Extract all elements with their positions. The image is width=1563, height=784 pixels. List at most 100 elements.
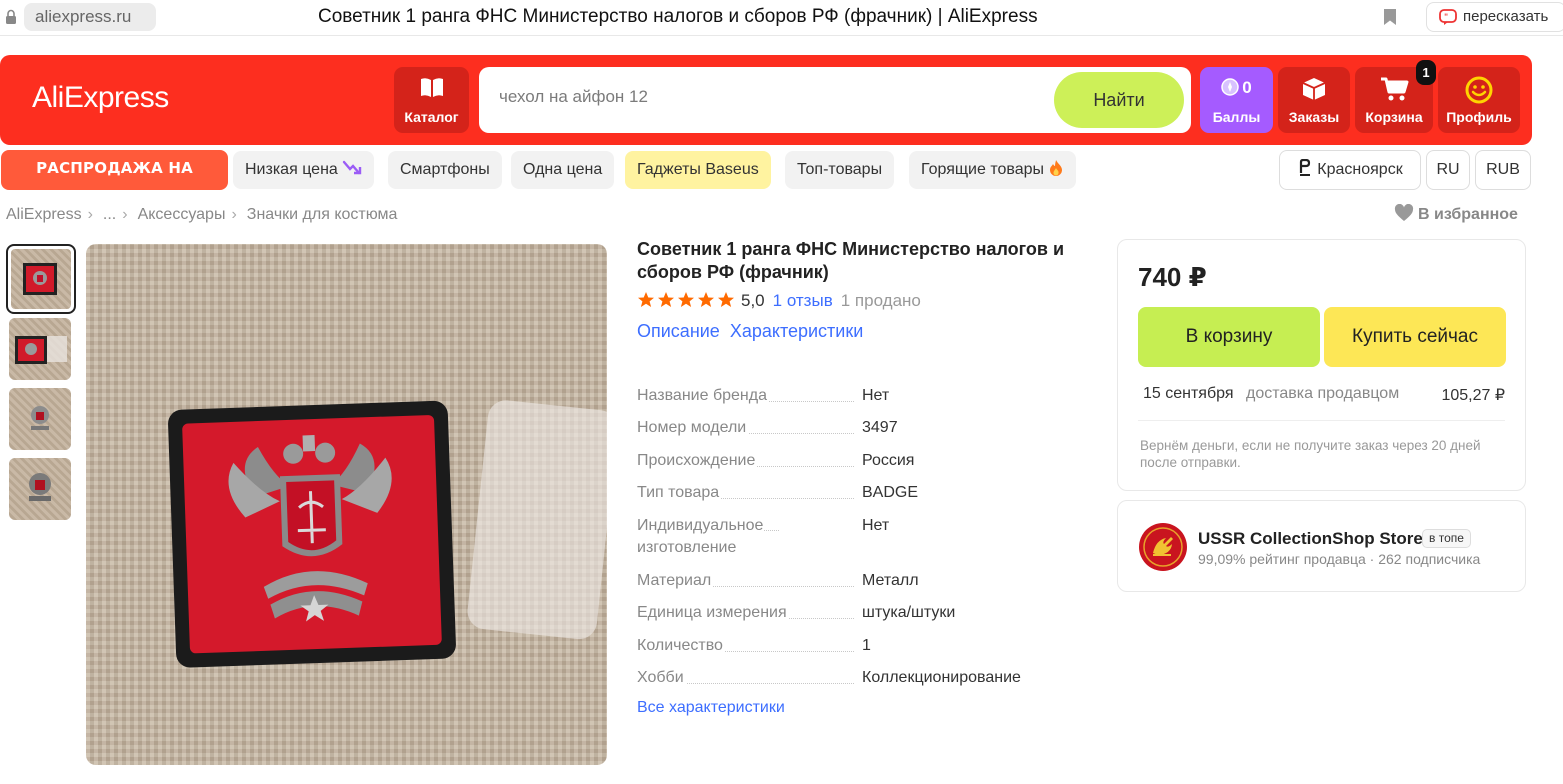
buy-now-button[interactable]: Купить сейчас	[1324, 307, 1506, 367]
spec-key: Тип товара	[637, 484, 722, 501]
breadcrumb-badges[interactable]: Значки для костюма	[247, 206, 398, 223]
badge-photo	[23, 263, 57, 295]
book-icon	[420, 78, 443, 97]
spec-value: штука/штуки	[862, 604, 956, 621]
spec-key: Единица измерения	[637, 604, 789, 621]
badge-illustration	[168, 400, 607, 668]
chip-baseus[interactable]: Гаджеты Baseus	[625, 151, 771, 189]
spec-value: Металл	[862, 572, 919, 589]
chip-one-price[interactable]: Одна цена	[511, 151, 615, 189]
orders-button[interactable]: Заказы	[1278, 67, 1350, 133]
trend-down-icon	[342, 161, 362, 175]
location-button[interactable]: Красноярск	[1279, 150, 1421, 190]
aliexpress-logo[interactable]: AliExpress	[32, 81, 169, 115]
browser-toolbar: aliexpress.ru Советник 1 ранга ФНС Минис…	[0, 0, 1563, 36]
sold-count: 1 продано	[840, 291, 921, 310]
bookmark-icon[interactable]	[1383, 8, 1397, 26]
heart-icon	[1394, 204, 1414, 222]
search-input[interactable]	[499, 87, 999, 107]
all-specs-link[interactable]: Все характеристики	[637, 699, 785, 717]
breadcrumb-ellipsis[interactable]: ...	[103, 206, 116, 223]
delivery-type[interactable]: доставка продавцом	[1246, 385, 1399, 403]
spec-key: Количество	[637, 637, 725, 654]
price: 740 ₽	[1138, 262, 1207, 292]
cart-count-badge: 1	[1416, 60, 1436, 85]
spec-key: Происхождение	[637, 452, 758, 469]
catalog-label: Каталог	[404, 109, 459, 125]
spec-key: Номер модели	[637, 419, 749, 436]
gallery-thumbnail[interactable]	[9, 318, 71, 380]
site-header: AliExpress Каталог Найти 0 Баллы Заказы …	[0, 55, 1532, 145]
page-tab-title: Советник 1 ранга ФНС Министерство налого…	[318, 6, 1038, 27]
spec-value: 3497	[862, 419, 898, 436]
coin-icon	[1221, 78, 1240, 96]
badge-photo	[15, 336, 67, 364]
rating-value: 5,0	[741, 291, 765, 310]
money-back-guarantee: Вернём деньги, если не получите заказ че…	[1140, 438, 1481, 470]
spec-key: Хобби	[637, 669, 686, 686]
spec-row: Количество 1	[637, 635, 1067, 657]
chevron-right-icon: ›	[231, 206, 237, 223]
product-title: Советник 1 ранга ФНС Министерство налого…	[637, 239, 1065, 282]
delivery-price: 105,27 ₽	[1441, 387, 1505, 404]
chip-hot-products[interactable]: Горящие товары	[909, 151, 1076, 189]
language-button[interactable]: RU	[1426, 150, 1470, 190]
svg-text:": "	[1444, 13, 1448, 22]
profile-button[interactable]: Профиль	[1438, 67, 1520, 133]
retell-icon: "	[1439, 9, 1457, 25]
currency-button[interactable]: RUB	[1475, 150, 1531, 190]
breadcrumb-accessories[interactable]: Аксессуары	[138, 206, 226, 223]
rating-row: 5,0 1 отзыв 1 продано	[637, 291, 921, 311]
breadcrumb-home[interactable]: AliExpress	[6, 206, 82, 223]
points-label: Баллы	[1212, 109, 1261, 125]
store-name[interactable]: USSR CollectionShop Store	[1198, 529, 1423, 549]
catalog-button[interactable]: Каталог	[394, 67, 469, 133]
reviews-link[interactable]: 1 отзыв	[773, 291, 833, 310]
gallery-thumbnail[interactable]	[9, 388, 71, 450]
points-button[interactable]: 0 Баллы	[1200, 67, 1273, 133]
spec-row: Материал Металл	[637, 570, 1067, 592]
spec-row: Номер модели 3497	[637, 417, 1067, 439]
main-product-photo[interactable]	[86, 244, 607, 765]
badge-photo	[31, 406, 49, 430]
spec-row: Единица измерения штука/штуки	[637, 602, 1067, 624]
breadcrumb: AliExpress ›... › Аксессуары › Значки для кос…	[6, 206, 403, 224]
box-icon	[1302, 78, 1326, 100]
top-store-badge: в топе	[1422, 529, 1471, 548]
fire-icon	[1049, 160, 1062, 177]
store-stats: 99,09% рейтинг продавца · 262 подписчика	[1198, 551, 1481, 567]
chip-smartphones[interactable]: Смартфоны	[388, 151, 502, 189]
profile-label: Профиль	[1446, 109, 1512, 125]
search-box: Найти	[479, 67, 1191, 133]
store-logo	[1138, 522, 1188, 572]
spec-row: Тип товара BADGE	[637, 482, 1067, 504]
retell-label: пересказать	[1463, 8, 1549, 25]
gallery-thumbnail[interactable]	[9, 458, 71, 520]
spec-row: Происхождение Россия	[637, 450, 1067, 472]
chevron-right-icon: ›	[122, 206, 128, 223]
chip-low-price[interactable]: Низкая цена	[233, 151, 374, 189]
badge-photo	[29, 473, 51, 501]
add-to-cart-button[interactable]: В корзину	[1138, 307, 1320, 367]
tab-description[interactable]: Описание	[637, 321, 720, 341]
spec-value: Нет	[862, 517, 890, 534]
gallery-thumbnail[interactable]	[6, 244, 76, 314]
spec-value: Нет	[862, 387, 890, 404]
search-button[interactable]: Найти	[1054, 72, 1184, 128]
retell-button[interactable]: " пересказать	[1426, 2, 1563, 32]
points-value: 0	[1200, 78, 1273, 98]
chip-top-products[interactable]: Топ-товары	[785, 151, 895, 189]
address-bar[interactable]: aliexpress.ru	[24, 3, 156, 31]
add-to-favorites[interactable]: В избранное	[1394, 204, 1518, 224]
delivery-date: 15 сентября	[1143, 385, 1234, 402]
tab-specifications[interactable]: Характеристики	[730, 321, 863, 341]
sale-banner-chip[interactable]: РАСПРОДАЖА НА МИЛЛИОН	[1, 150, 228, 213]
spec-value: BADGE	[862, 484, 919, 501]
chevron-right-icon: ›	[87, 206, 93, 223]
orders-label: Заказы	[1288, 109, 1340, 125]
spec-row: Хобби Коллекционирование	[637, 667, 1067, 689]
spec-row: Индивидуальное изготовление Нет	[637, 515, 1067, 559]
store-card[interactable]: USSR CollectionShop Store в топе 99,09% …	[1117, 500, 1526, 592]
cart-label: Корзина	[1365, 109, 1423, 125]
spec-key: Материал	[637, 572, 714, 589]
